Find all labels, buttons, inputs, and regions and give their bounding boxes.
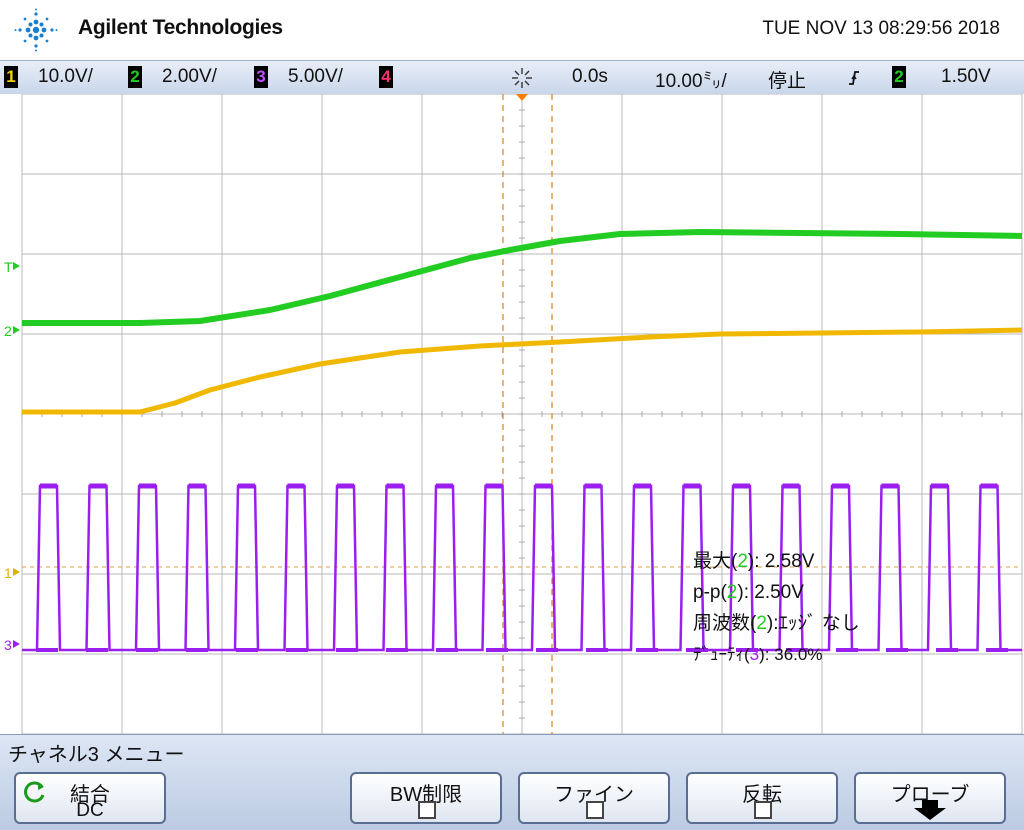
agilent-spark-icon bbox=[14, 8, 58, 52]
invert-checkbox[interactable] bbox=[754, 801, 772, 819]
measurement-readout: 最大(2): 2.58V p-p(2): 2.50V 周波数(2):ｴｯｼﾞ な… bbox=[693, 546, 860, 670]
trigger-source-badge[interactable]: 2 bbox=[892, 66, 906, 88]
channel-1-badge[interactable]: 1 bbox=[4, 66, 18, 88]
acquisition-spark-icon bbox=[512, 68, 532, 88]
run-state[interactable]: 停止 bbox=[768, 66, 806, 93]
bw-limit-softkey[interactable]: BW制限 bbox=[350, 772, 502, 824]
channel-2-badge[interactable]: 2 bbox=[128, 66, 142, 88]
status-bar: 1 10.0V/ 2 2.00V/ 3 5.00V/ 4 0.0s 10.00㍉… bbox=[0, 60, 1024, 95]
channel-3-scale[interactable]: 5.00V/ bbox=[288, 66, 343, 88]
fine-checkbox[interactable] bbox=[586, 801, 604, 819]
date-time: TUE NOV 13 08:29:56 2018 bbox=[762, 18, 1000, 39]
menu-title: チャネル3 メニュー bbox=[8, 744, 185, 766]
header: Agilent Technologies TUE NOV 13 08:29:56… bbox=[0, 0, 1024, 60]
waveform-graticule: T 2 1 3 bbox=[4, 94, 1023, 734]
trigger-level-marker-arrow bbox=[13, 262, 20, 270]
bw-limit-checkbox[interactable] bbox=[418, 801, 436, 819]
invert-softkey[interactable]: 反転 bbox=[686, 772, 838, 824]
trigger-level-marker: T bbox=[4, 259, 13, 275]
ch1-ground-marker: 1 bbox=[4, 565, 12, 581]
coupling-value: DC bbox=[76, 800, 104, 821]
probe-softkey[interactable]: プローブ bbox=[854, 772, 1006, 824]
ch3-ground-marker-arrow bbox=[13, 640, 20, 648]
ch1-ground-marker-arrow bbox=[13, 568, 20, 576]
channel-1-scale[interactable]: 10.0V/ bbox=[38, 66, 93, 88]
brand-name: Agilent Technologies bbox=[78, 16, 283, 39]
fine-softkey[interactable]: ファイン bbox=[518, 772, 670, 824]
channel-2-scale[interactable]: 2.00V/ bbox=[162, 66, 217, 88]
softkey-menu: チャネル3 メニュー 結合 DC BW制限 ファイン 反転 プローブ bbox=[0, 734, 1024, 830]
measurement-max: 最大(2): 2.58V bbox=[693, 551, 815, 572]
ch3-ground-marker: 3 bbox=[4, 637, 12, 653]
measurement-frequency: 周波数(2):ｴｯｼﾞ なし bbox=[693, 613, 860, 634]
timebase-scale[interactable]: 10.00㍉/ bbox=[655, 66, 727, 93]
ch2-ground-marker-arrow bbox=[13, 326, 20, 334]
waveform-display[interactable]: T 2 1 3 最大(2): 2.58V p-p(2): 2.50V 周波数(2):ｴ… bbox=[0, 94, 1024, 734]
rising-edge-icon bbox=[849, 71, 859, 85]
coupling-softkey[interactable]: 結合 DC bbox=[14, 772, 166, 824]
trigger-position-marker bbox=[516, 94, 528, 101]
horizontal-delay[interactable]: 0.0s bbox=[572, 66, 608, 88]
measurement-pp: p-p(2): 2.50V bbox=[693, 582, 804, 603]
arrow-down-icon bbox=[914, 800, 946, 820]
measurement-duty: ﾃﾞｭｰﾃｨ(3): 36.0% bbox=[693, 645, 823, 664]
channel-4-badge[interactable]: 4 bbox=[379, 66, 393, 88]
ch2-ground-marker: 2 bbox=[4, 323, 12, 339]
channel-3-badge[interactable]: 3 bbox=[254, 66, 268, 88]
trigger-level[interactable]: 1.50V bbox=[941, 66, 991, 88]
